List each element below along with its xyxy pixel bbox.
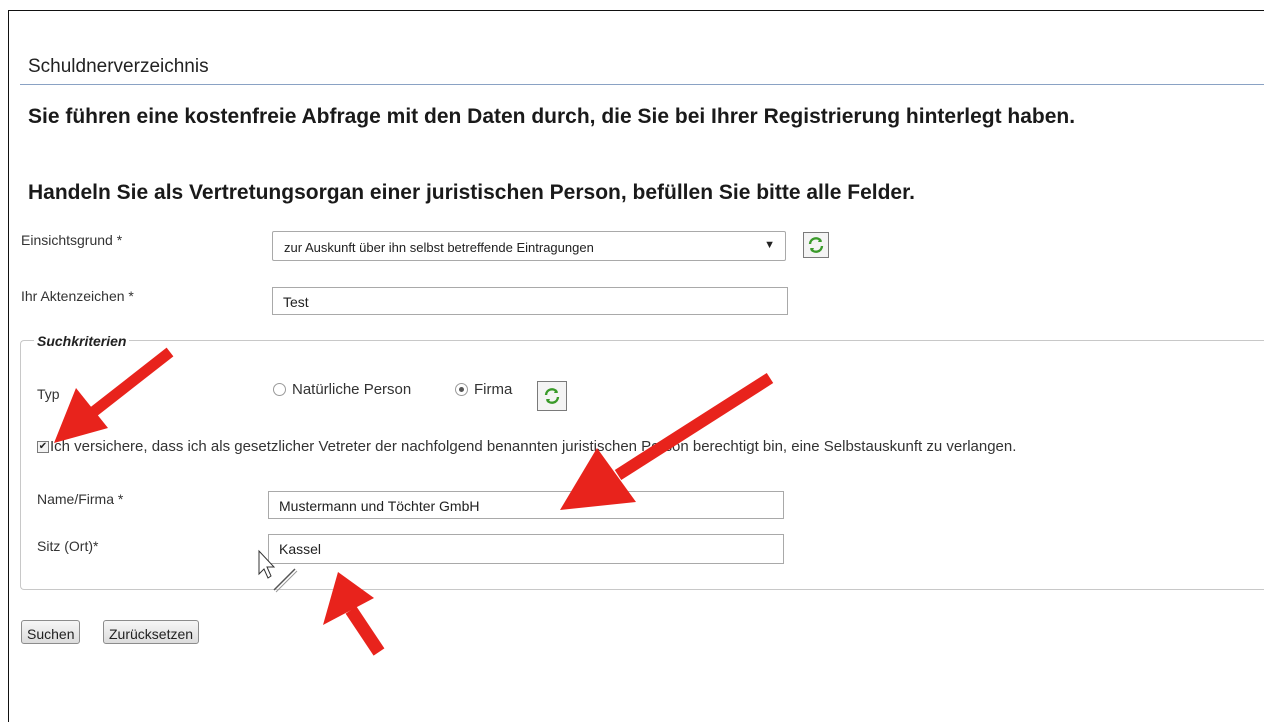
refresh-icon	[808, 237, 824, 253]
search-button[interactable]: Suchen	[21, 620, 81, 644]
instruction-heading: Handeln Sie als Vertretungsorgan einer j…	[28, 181, 915, 204]
suchkriterien-legend: Suchkriterien	[34, 333, 130, 349]
aktenzeichen-label: Ihr Aktenzeichen *	[21, 288, 134, 304]
consent-text: Ich versichere, dass ich als gesetzliche…	[50, 438, 1017, 455]
sitz-input[interactable]: Kassel	[268, 534, 784, 564]
name-firma-input[interactable]: Mustermann und Töchter GmbH	[268, 491, 784, 519]
einsichtsgrund-select[interactable]: zur Auskunft über ihn selbst betreffende…	[272, 231, 786, 261]
natuerliche-person-label: Natürliche Person	[292, 381, 412, 398]
typ-label: Typ	[37, 386, 60, 402]
aktenzeichen-input[interactable]: Test	[272, 287, 788, 315]
info-heading: Sie führen eine kostenfreie Abfrage mit …	[28, 105, 1076, 128]
title-divider	[20, 84, 1264, 85]
consent-checkbox[interactable]: ✔	[37, 441, 49, 453]
reset-button[interactable]: Zurücksetzen	[103, 620, 200, 644]
name-firma-label: Name/Firma *	[37, 491, 124, 507]
einsichtsgrund-value: zur Auskunft über ihn selbst betreffende…	[284, 240, 594, 255]
typ-refresh-button[interactable]	[537, 381, 567, 411]
sitz-label: Sitz (Ort)*	[37, 538, 99, 554]
refresh-icon	[544, 388, 560, 404]
einsichtsgrund-label: Einsichtsgrund *	[21, 232, 123, 248]
radio-natuerliche-person[interactable]	[273, 383, 286, 396]
page-title: Schuldnerverzeichnis	[28, 56, 209, 77]
firma-label: Firma	[474, 381, 513, 398]
refresh-button[interactable]	[803, 232, 829, 258]
chevron-down-icon: ▼	[764, 239, 775, 251]
radio-firma[interactable]	[455, 383, 468, 396]
